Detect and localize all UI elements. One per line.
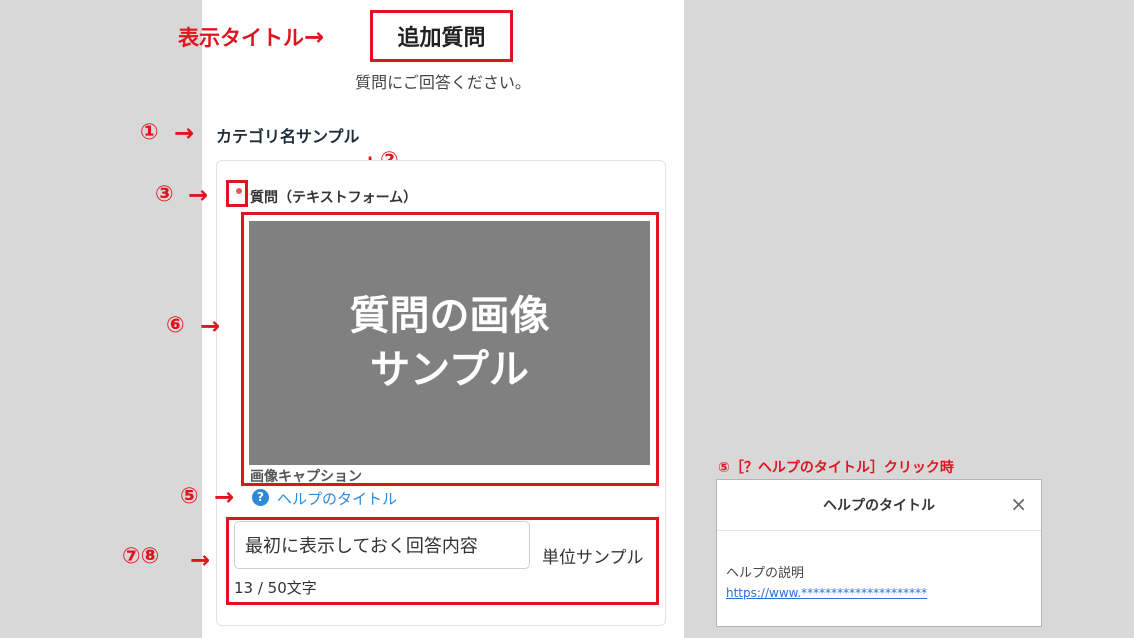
help-title-link[interactable]: ヘルプのタイトル	[277, 488, 397, 509]
arrow-right-icon: →	[304, 23, 325, 51]
question-image: 質問の画像 サンプル	[249, 221, 650, 465]
marker-1: ①	[140, 120, 159, 145]
help-modal: ヘルプのタイトル × ヘルプの説明 https://www.**********…	[716, 479, 1042, 627]
unit-label: 単位サンプル	[542, 548, 644, 568]
arrow-right-icon: →	[214, 483, 235, 511]
question-image-text-line2: サンプル	[370, 347, 529, 393]
help-question-icon[interactable]: ?	[252, 489, 269, 506]
display-title-annotation: 表示タイトル→	[178, 22, 324, 52]
arrow-right-icon: →	[188, 181, 209, 209]
help-modal-description: ヘルプの説明	[726, 566, 805, 581]
marker-7-8: ⑦⑧	[122, 544, 160, 569]
close-icon[interactable]: ×	[1010, 492, 1027, 516]
help-modal-link[interactable]: https://www.*********************	[726, 586, 927, 600]
arrow-right-icon: →	[174, 119, 195, 147]
image-caption: 画像キャプション	[250, 469, 362, 485]
help-modal-header: ヘルプのタイトル ×	[717, 480, 1041, 531]
required-dot-icon	[236, 188, 242, 194]
form-subtitle: 質問にご回答ください。	[355, 73, 531, 92]
page-title: 追加質問	[370, 10, 513, 62]
answer-input[interactable]	[234, 521, 530, 569]
help-modal-title: ヘルプのタイトル	[823, 498, 935, 514]
arrow-right-icon: →	[190, 546, 211, 574]
arrow-right-icon: →	[200, 312, 221, 340]
character-count: 13 / 50文字	[234, 579, 317, 597]
marker-6: ⑥	[166, 313, 185, 338]
marker-3: ③	[155, 182, 174, 207]
marker-5: ⑤	[180, 484, 199, 509]
category-name: カテゴリ名サンプル	[216, 127, 360, 146]
display-title-label: 表示タイトル	[178, 26, 304, 50]
question-image-text-line1: 質問の画像	[349, 293, 550, 339]
modal-caption: ⑤［？ヘルプのタイトル］クリック時	[718, 460, 954, 476]
question-label: 質問（テキストフォーム）	[250, 190, 418, 206]
